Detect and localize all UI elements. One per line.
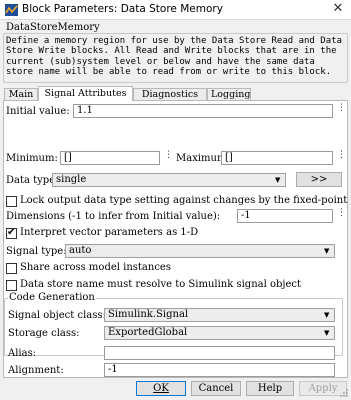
maximum-menu-icon[interactable]: ⋮ xyxy=(337,151,346,167)
signal-object-class-label: Signal object class: xyxy=(8,310,106,321)
data-type-dropdown[interactable]: single ▼ xyxy=(52,173,286,187)
share-across-label: Share across model instances xyxy=(20,262,171,273)
interpret-vector-checkbox[interactable]: ✔ xyxy=(6,227,17,239)
storage-class-label: Storage class: xyxy=(8,328,80,339)
window-title: Block Parameters: Data Store Memory xyxy=(22,3,223,15)
resolve-label: Data store name must resolve to Simulink… xyxy=(20,279,302,290)
ok-button[interactable]: OK xyxy=(136,381,186,396)
help-button[interactable]: Help xyxy=(246,381,294,396)
initial-value-label: Initial value: xyxy=(6,106,70,117)
storage-class-dropdown[interactable]: ExportedGlobal ▼ xyxy=(104,326,335,340)
minimum-field[interactable]: [] xyxy=(60,151,160,165)
resolve-checkbox[interactable] xyxy=(6,280,17,291)
dimensions-menu-icon[interactable]: ⋮ xyxy=(337,209,346,225)
chevron-down-icon: ▼ xyxy=(324,311,330,319)
alias-label: Alias: xyxy=(8,348,37,359)
close-icon[interactable]: ✕ xyxy=(331,2,345,16)
alignment-label: Alignment: xyxy=(8,365,64,376)
initial-value-menu-icon[interactable]: ⋮ xyxy=(337,104,346,120)
minimum-menu-icon[interactable]: ⋮ xyxy=(164,151,173,167)
interpret-vector-label: Interpret vector parameters as 1-D xyxy=(20,227,199,238)
resize-grip-icon[interactable] xyxy=(339,388,349,398)
chevron-down-icon: ▼ xyxy=(324,247,330,255)
dimensions-field[interactable]: -1 xyxy=(237,209,333,223)
lock-scaling-checkbox[interactable] xyxy=(6,196,17,207)
check-icon: ✔ xyxy=(7,227,16,238)
initial-value-field[interactable]: 1.1 xyxy=(73,104,333,118)
data-type-value: single xyxy=(56,174,87,185)
tab-logging[interactable]: Logging xyxy=(207,88,251,100)
chevron-down-icon: ▼ xyxy=(275,176,281,184)
lock-scaling-label: Lock output data type setting against ch… xyxy=(20,195,351,206)
maximum-field[interactable]: [] xyxy=(221,151,333,165)
alias-field[interactable] xyxy=(104,346,335,360)
code-generation-title: Code Generation xyxy=(8,292,96,303)
data-type-label: Data type: xyxy=(6,175,59,186)
simulink-app-icon xyxy=(5,4,18,16)
block-description: Define a memory region for use by the Da… xyxy=(6,36,342,78)
signal-object-class-dropdown[interactable]: Simulink.Signal ▼ xyxy=(104,308,335,322)
signal-type-value: auto xyxy=(69,245,92,256)
block-name: DataStoreMemory xyxy=(6,22,100,33)
alignment-field[interactable]: -1 xyxy=(104,363,335,377)
chevron-down-icon: ▼ xyxy=(324,329,330,337)
share-across-checkbox[interactable] xyxy=(6,263,17,274)
signal-object-class-value: Simulink.Signal xyxy=(108,309,189,320)
title-bar: Block Parameters: Data Store Memory ✕ xyxy=(0,0,351,20)
storage-class-value: ExportedGlobal xyxy=(108,327,188,338)
tab-signal-attributes[interactable]: Signal Attributes xyxy=(38,86,133,101)
cancel-button[interactable]: Cancel xyxy=(191,381,241,396)
signal-type-label: Signal type: xyxy=(6,246,67,257)
tab-diagnostics[interactable]: Diagnostics xyxy=(133,88,207,100)
tab-main[interactable]: Main xyxy=(4,88,38,100)
data-type-assistant-button[interactable]: >> xyxy=(296,172,342,187)
signal-type-dropdown[interactable]: auto ▼ xyxy=(65,244,335,258)
dimensions-label: Dimensions (-1 to infer from Initial val… xyxy=(6,211,221,222)
minimum-label: Minimum: xyxy=(6,153,58,164)
